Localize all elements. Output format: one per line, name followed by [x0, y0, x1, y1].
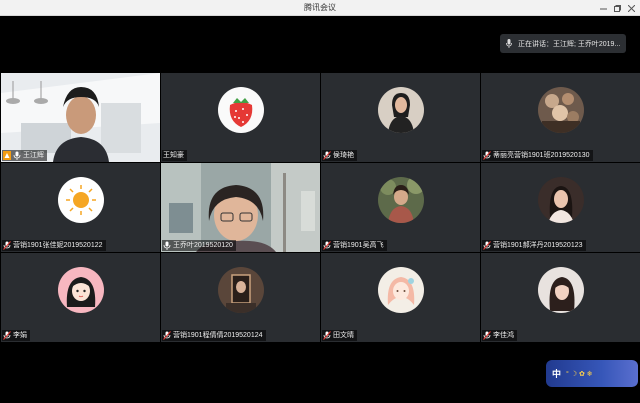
photo-avatar-icon — [537, 177, 584, 224]
video-feed — [1, 73, 160, 162]
ime-toolbar[interactable]: 中 ° ☽ ✿ ❄ — [546, 360, 638, 387]
microphone-muted-icon — [483, 331, 491, 340]
photo-avatar-icon — [537, 87, 584, 134]
ime-glyphs: ° ☽ ✿ ❄ — [566, 370, 593, 378]
avatar — [377, 87, 424, 134]
participant-name: 侯琦艳 — [333, 152, 354, 159]
title-bar: 腾讯会议 — [0, 0, 640, 16]
speaking-indicator: 正在讲话：王江辉; 王乔叶2019... — [500, 34, 626, 53]
participant-tile[interactable]: 营销1901张佳妮2019520122 — [1, 163, 160, 252]
sun-avatar-icon — [57, 177, 104, 224]
strawberry-avatar-icon — [217, 87, 264, 134]
minimize-button[interactable] — [596, 0, 610, 16]
participant-name: 田文晴 — [333, 332, 354, 339]
restore-icon — [613, 4, 621, 12]
participant-label: 王乔叶2019520120 — [162, 240, 236, 251]
cartoon-avatar-icon — [57, 267, 104, 314]
restore-button[interactable] — [610, 0, 624, 16]
avatar — [377, 177, 424, 224]
participant-tile[interactable]: 王知豪 — [161, 73, 320, 162]
avatar — [537, 177, 584, 224]
participant-tile[interactable]: 田文晴 — [321, 253, 480, 342]
participant-name: 营销1901吴高飞 — [333, 242, 384, 249]
microphone-icon — [13, 151, 21, 160]
participant-tile[interactable]: 李佳鸿 — [481, 253, 640, 342]
microphone-muted-icon — [3, 241, 11, 250]
participant-label: 侯琦艳 — [322, 150, 357, 161]
participant-tile[interactable]: 侯琦艳 — [321, 73, 480, 162]
participant-label: 蒂丽亮营销1901班2019520130 — [482, 150, 593, 161]
participant-tile[interactable]: 蒂丽亮营销1901班2019520130 — [481, 73, 640, 162]
participant-label: 营销1901张佳妮2019520122 — [2, 240, 106, 251]
close-icon — [627, 4, 635, 12]
photo-avatar-icon — [217, 267, 264, 314]
participant-name: 王江辉 — [23, 152, 44, 159]
microphone-muted-icon — [323, 241, 331, 250]
participant-label: 营销1901郝洋丹2019520123 — [482, 240, 586, 251]
participant-tile[interactable]: 营销1901程倩倩2019520124 — [161, 253, 320, 342]
participant-name: 李娟 — [13, 332, 27, 339]
microphone-muted-icon — [163, 331, 171, 340]
avatar — [217, 87, 264, 134]
avatar — [57, 177, 104, 224]
participant-label: 营销1901程倩倩2019520124 — [162, 330, 266, 341]
participant-name: 营销1901郝洋丹2019520123 — [493, 242, 583, 249]
ime-language-toggle[interactable]: 中 — [552, 367, 561, 380]
microphone-muted-icon — [323, 151, 331, 160]
participant-name: 营销1901程倩倩2019520124 — [173, 332, 263, 339]
microphone-icon — [163, 241, 171, 250]
photo-avatar-icon — [377, 177, 424, 224]
microphone-icon — [506, 39, 512, 48]
video-feed — [161, 163, 320, 252]
participant-label: 李佳鸿 — [482, 330, 517, 341]
photo-avatar-icon — [377, 87, 424, 134]
participant-name: 蒂丽亮营销1901班2019520130 — [493, 152, 590, 159]
video-grid: 王江辉 王知豪 侯琦艳 蒂丽亮营销1901班2019520130 营销1901张… — [0, 73, 640, 343]
participant-tile[interactable]: 营销1901吴高飞 — [321, 163, 480, 252]
participant-label: 王知豪 — [162, 150, 187, 161]
photo-avatar-icon — [537, 267, 584, 314]
participant-label: 营销1901吴高飞 — [322, 240, 387, 251]
avatar — [217, 267, 264, 314]
close-button[interactable] — [624, 0, 638, 16]
participant-label: 李娟 — [2, 330, 30, 341]
participant-label: 王江辉 — [2, 150, 47, 161]
participant-label: 田文晴 — [322, 330, 357, 341]
speaking-text: 正在讲话：王江辉; 王乔叶2019... — [517, 40, 620, 48]
participant-name: 营销1901张佳妮2019520122 — [13, 242, 103, 249]
participant-name: 王乔叶2019520120 — [173, 242, 233, 249]
participant-tile[interactable]: 王乔叶2019520120 — [161, 163, 320, 252]
microphone-muted-icon — [323, 331, 331, 340]
participant-tile[interactable]: 李娟 — [1, 253, 160, 342]
participant-tile[interactable]: 营销1901郝洋丹2019520123 — [481, 163, 640, 252]
microphone-muted-icon — [483, 241, 491, 250]
avatar — [377, 267, 424, 314]
participant-tile[interactable]: 王江辉 — [1, 73, 160, 162]
illustration-avatar-icon — [377, 267, 424, 314]
avatar — [537, 87, 584, 134]
host-badge-icon — [3, 151, 11, 160]
window-title: 腾讯会议 — [304, 3, 336, 12]
participant-name: 王知豪 — [163, 152, 184, 159]
microphone-muted-icon — [483, 151, 491, 160]
participant-name: 李佳鸿 — [493, 332, 514, 339]
microphone-muted-icon — [3, 331, 11, 340]
minimize-icon — [599, 8, 607, 9]
avatar — [57, 267, 104, 314]
avatar — [537, 267, 584, 314]
